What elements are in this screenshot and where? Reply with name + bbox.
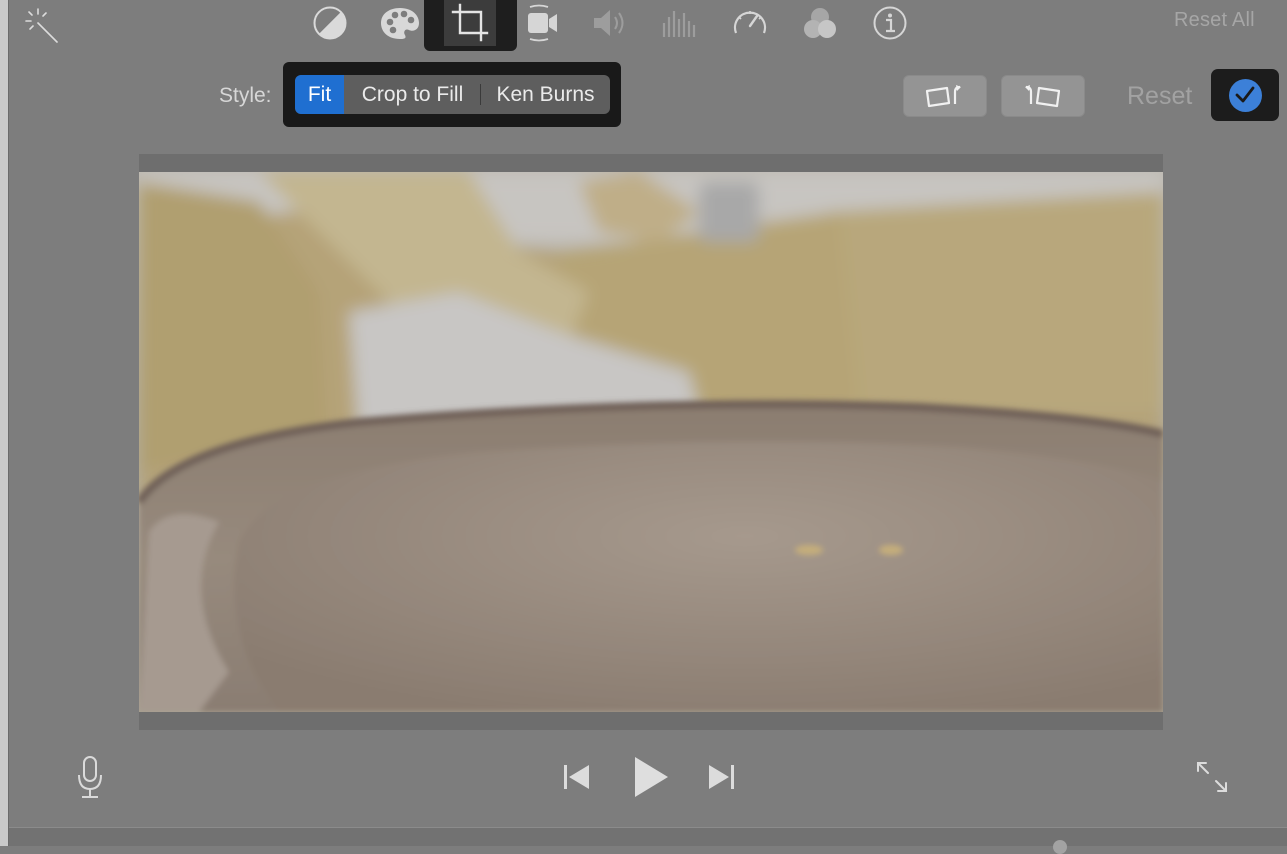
play-icon[interactable] [628,752,672,802]
microphone-icon[interactable] [72,753,108,801]
crop-style-segmented: Fit Crop to Fill Ken Burns [295,75,610,114]
checkmark-icon [1235,86,1255,103]
info-icon[interactable] [870,0,910,46]
style-crop-to-fill-option[interactable]: Crop to Fill [344,75,481,114]
rotate-clockwise-button[interactable] [1001,75,1085,117]
stabilization-camera-icon[interactable] [522,0,562,46]
reset-all-button[interactable]: Reset All [1174,9,1255,32]
crop-tool-button[interactable] [424,0,517,51]
clip-filter-icon[interactable] [800,0,840,46]
equalizer-icon[interactable] [659,0,699,46]
rotate-counterclockwise-icon [925,85,961,108]
crop-icon [451,3,489,42]
video-viewer [139,154,1163,730]
fullscreen-icon[interactable] [1192,757,1232,797]
style-ken-burns-option[interactable]: Ken Burns [481,75,610,114]
timeline-strip [9,827,1287,854]
crop-style-control: Fit Crop to Fill Ken Burns [283,62,621,127]
speed-gauge-icon[interactable] [730,0,770,46]
rotate-clockwise-icon [1025,85,1061,108]
color-palette-icon[interactable] [378,0,422,46]
volume-icon[interactable] [590,0,630,46]
window-left-edge [0,0,9,846]
color-balance-icon[interactable] [310,0,350,46]
rotate-counterclockwise-button[interactable] [903,75,987,117]
video-frame-image [139,172,1163,712]
skip-forward-icon[interactable] [704,760,740,794]
reset-button[interactable]: Reset [1127,82,1192,111]
style-fit-option[interactable]: Fit [295,75,344,114]
apply-crop-button[interactable] [1211,69,1279,121]
skip-back-icon[interactable] [558,760,594,794]
magic-wand-icon[interactable] [20,0,60,46]
video-frame[interactable] [139,172,1163,712]
playhead-knob[interactable] [1053,840,1067,854]
style-label: Style: [219,84,272,107]
